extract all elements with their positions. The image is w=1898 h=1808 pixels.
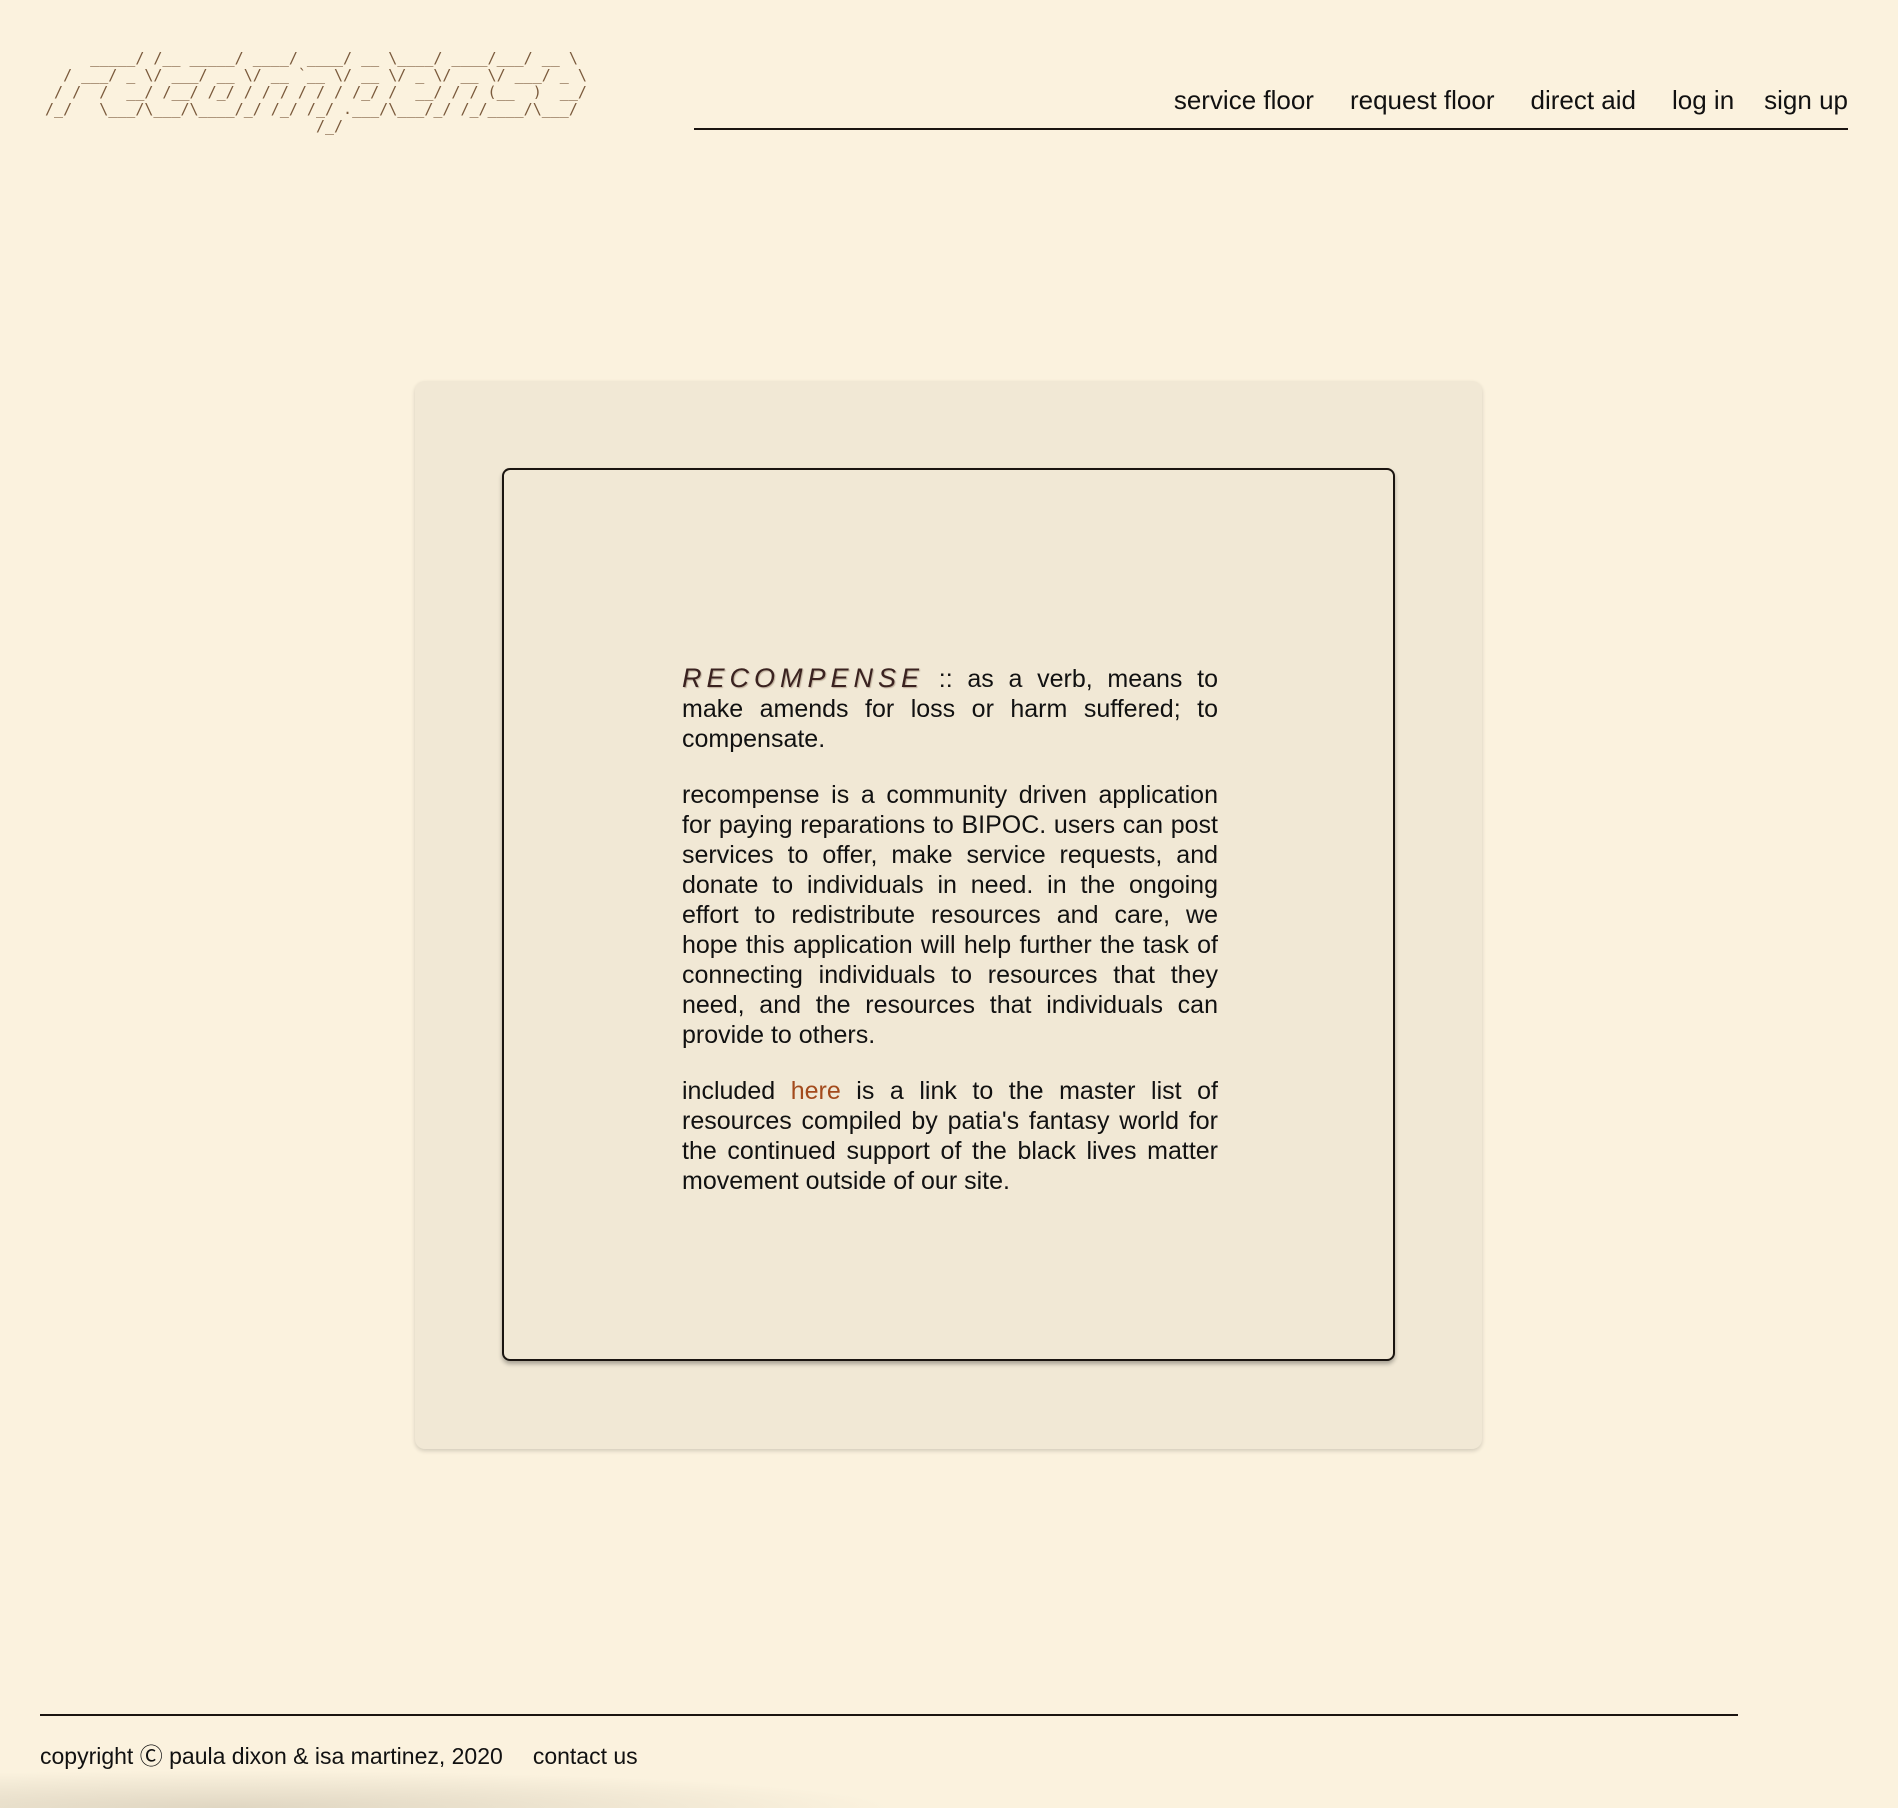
site-logo[interactable]: _____/ /__ _____/ ____/ ____/ __ \____/ … bbox=[36, 50, 587, 135]
bottom-shadow bbox=[0, 1770, 900, 1808]
site-header: _____/ /__ _____/ ____/ ____/ __ \____/ … bbox=[0, 0, 1898, 150]
resources-link[interactable]: here bbox=[791, 1077, 841, 1105]
description-paragraph: recompense is a community driven applica… bbox=[682, 781, 1218, 1049]
resources-paragraph: included here is a link to the master li… bbox=[682, 1076, 1218, 1196]
nav-direct-aid[interactable]: direct aid bbox=[1531, 86, 1637, 114]
nav-service-floor[interactable]: service floor bbox=[1174, 86, 1314, 114]
definition-term: RECOMPENSE bbox=[682, 663, 925, 693]
nav-request-floor[interactable]: request floor bbox=[1350, 86, 1495, 114]
footer-row: copyright Ⓒ paula dixon & isa martinez, … bbox=[40, 1742, 638, 1770]
site-footer: copyright Ⓒ paula dixon & isa martinez, … bbox=[40, 1714, 1738, 1776]
copyright-text: copyright Ⓒ paula dixon & isa martinez, … bbox=[40, 1743, 503, 1769]
main-nav: service floor request floor direct aid l… bbox=[694, 86, 1848, 130]
definition-paragraph: RECOMPENSE :: as a verb, means to make a… bbox=[682, 663, 1218, 754]
about-content: RECOMPENSE :: as a verb, means to make a… bbox=[682, 663, 1218, 1222]
about-card: RECOMPENSE :: as a verb, means to make a… bbox=[415, 381, 1482, 1449]
nav-log-in[interactable]: log in bbox=[1672, 86, 1734, 114]
about-card-inner: RECOMPENSE :: as a verb, means to make a… bbox=[502, 468, 1395, 1361]
resources-prefix: included bbox=[682, 1077, 791, 1105]
nav-sign-up[interactable]: sign up bbox=[1764, 86, 1848, 114]
contact-link[interactable]: contact us bbox=[533, 1743, 638, 1769]
